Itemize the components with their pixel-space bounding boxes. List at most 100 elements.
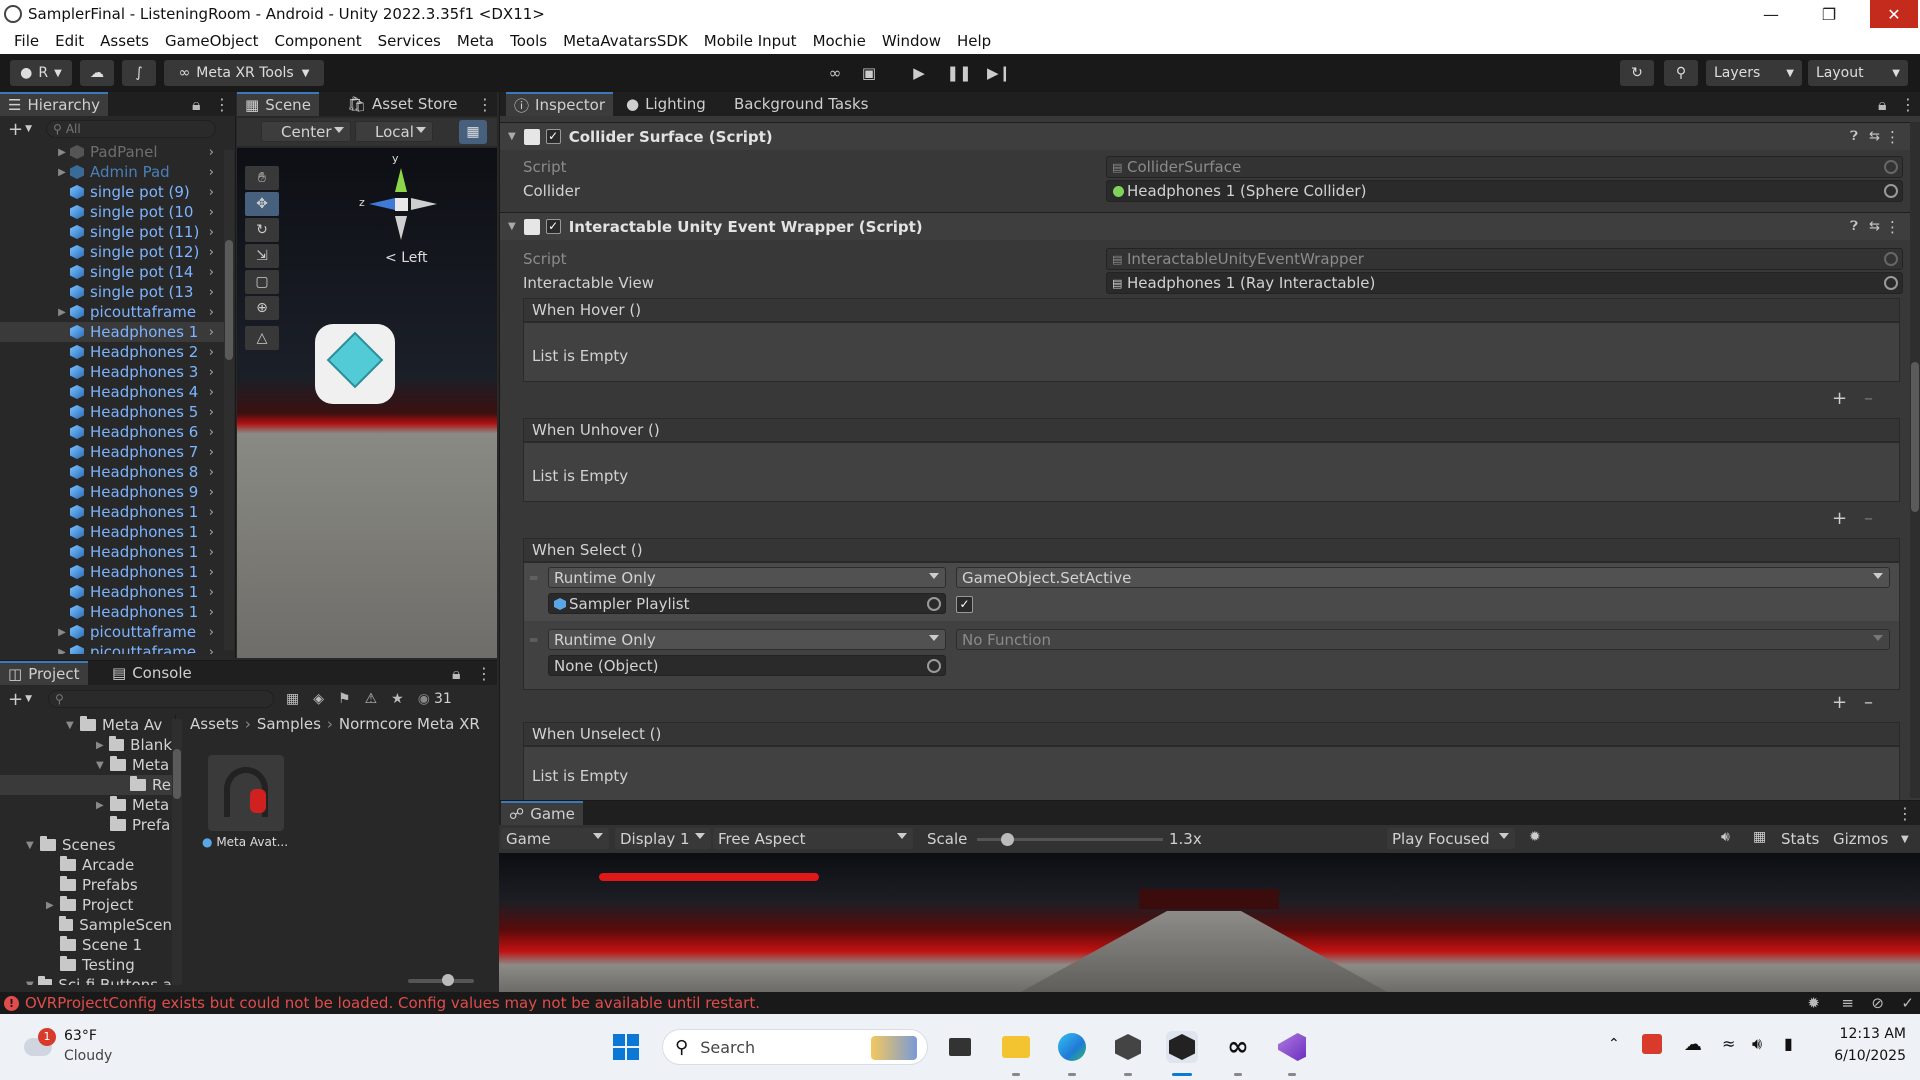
hierarchy-item[interactable]: single pot (13 › [0, 282, 224, 302]
expand-arrow-icon[interactable]: ▶ [96, 740, 109, 751]
expand-arrow-icon[interactable]: ▼ [26, 980, 38, 986]
y-neg-handle[interactable] [395, 216, 407, 240]
chevron-right-icon[interactable]: › [209, 205, 214, 220]
stats-button[interactable]: Stats [1781, 830, 1819, 848]
hierarchy-item[interactable]: Headphones 1 › [0, 542, 224, 562]
camera-gizmo-icon[interactable] [315, 324, 395, 404]
asset-thumbnail[interactable] [208, 755, 284, 831]
drag-handle-icon[interactable]: ═ [530, 571, 537, 585]
menu-edit[interactable]: Edit [47, 28, 92, 54]
rect-tool[interactable]: ▢ [245, 270, 279, 294]
chevron-right-icon[interactable]: › [209, 625, 214, 640]
target-object-field[interactable]: Sampler Playlist [548, 593, 946, 614]
chevron-right-icon[interactable]: › [209, 545, 214, 560]
z-axis-handle[interactable] [369, 198, 395, 210]
folder-tree-item[interactable]: Testing [0, 955, 172, 975]
hierarchy-item[interactable]: Headphones 1 › [0, 522, 224, 542]
chevron-right-icon[interactable]: › [209, 245, 214, 260]
folder-tree-item[interactable]: ▶ Blank [0, 735, 172, 755]
slider-handle[interactable] [442, 974, 454, 986]
menu-metaavatarssdk[interactable]: MetaAvatarsSDK [555, 28, 696, 54]
game-mode-dropdown[interactable]: Game [501, 828, 609, 849]
breadcrumb-samples[interactable]: Samples [257, 715, 321, 733]
tab-background-tasks[interactable]: Background Tasks [726, 92, 876, 116]
chevron-right-icon[interactable]: › [209, 385, 214, 400]
tab-scene[interactable]: ▦ Scene [237, 92, 319, 116]
add-event-button[interactable]: + [1832, 388, 1847, 409]
menu-assets[interactable]: Assets [92, 28, 157, 54]
onedrive-cloud-icon[interactable]: ☁ [1684, 1034, 1702, 1055]
expand-arrow-icon[interactable]: ▼ [96, 760, 110, 771]
hierarchy-item[interactable]: Headphones 7 › [0, 442, 224, 462]
kebab-menu-icon[interactable]: ⋮ [1897, 804, 1913, 823]
gizmos-button[interactable]: Gizmos [1833, 830, 1888, 848]
close-button[interactable]: ✕ [1870, 0, 1918, 28]
tab-asset-store[interactable]: 🛍︎ Asset Store [339, 92, 465, 116]
collider-field[interactable]: Headphones 1 (Sphere Collider) [1106, 180, 1903, 202]
folder-tree-item[interactable]: Prefabs [0, 875, 172, 895]
tab-lighting[interactable]: ● Lighting [618, 92, 714, 116]
preset-icon[interactable]: ⇆ [1869, 219, 1880, 234]
warning-filter-icon[interactable]: ⚠ [365, 691, 378, 707]
chevron-right-icon[interactable]: › [209, 485, 214, 500]
chevron-right-icon[interactable]: › [209, 645, 214, 655]
scene-viewport[interactable]: ✋︎ ✥ ↻ ⇲ ▢ ⊕ △ y z < Left [237, 148, 497, 658]
menu-mochie[interactable]: Mochie [805, 28, 874, 54]
chevron-right-icon[interactable]: › [209, 325, 214, 340]
folder-tree-item[interactable]: ▶ Meta [0, 795, 172, 815]
unity-hub-icon[interactable] [1112, 1031, 1144, 1063]
hierarchy-scrollbar[interactable] [224, 150, 234, 650]
chevron-right-icon[interactable]: › [209, 605, 214, 620]
history-button[interactable]: ↻ [1620, 60, 1654, 86]
interactable-view-field[interactable]: ▤ Headphones 1 (Ray Interactable) [1106, 272, 1903, 294]
version-control-button[interactable]: ∫ [122, 60, 156, 86]
hierarchy-item[interactable]: Headphones 1 › [0, 322, 224, 342]
account-button[interactable]: ● R ▼ [10, 60, 72, 86]
grid-overlay-icon[interactable]: ▦ [1753, 829, 1766, 845]
folder-tree-item[interactable]: Arcade [0, 855, 172, 875]
chevron-right-icon[interactable]: › [209, 585, 214, 600]
chevron-down-icon[interactable]: ▼ [508, 131, 516, 142]
add-event-button[interactable]: + [1832, 508, 1847, 529]
component-header-collider-surface[interactable]: ▼ ✓ Collider Surface (Script) ❓︎ ⇆ ⋮ [500, 122, 1910, 150]
preset-icon[interactable]: ⇆ [1869, 129, 1880, 144]
hierarchy-item[interactable]: Headphones 6 › [0, 422, 224, 442]
hierarchy-item[interactable]: single pot (11) › [0, 222, 224, 242]
setactive-bool-checkbox[interactable]: ✓ [956, 596, 973, 613]
add-button[interactable]: + [8, 119, 23, 140]
folder-tree-item[interactable]: ▼ Sci-fi Buttons a [0, 975, 172, 985]
chevron-right-icon[interactable]: › [209, 565, 214, 580]
chevron-right-icon[interactable]: › [209, 445, 214, 460]
menu-component[interactable]: Component [267, 28, 370, 54]
chevron-down-icon[interactable]: ▼ [508, 221, 516, 232]
eye-icon[interactable]: ◉ [418, 691, 430, 707]
object-picker-icon[interactable] [1884, 276, 1898, 290]
hierarchy-item[interactable]: single pot (9) › [0, 182, 224, 202]
folder-tree-item[interactable]: SampleScen [0, 915, 172, 935]
breadcrumb-normcore[interactable]: Normcore Meta XR [339, 715, 480, 733]
tab-console[interactable]: ▤ Console [104, 661, 200, 685]
clock-time[interactable]: 12:13 AM [1826, 1026, 1906, 1042]
audio-icon[interactable]: 🔊︎ [1721, 829, 1730, 845]
tab-inspector[interactable]: ⓘ Inspector [506, 92, 613, 116]
runtime-mode-dropdown[interactable]: Runtime Only [548, 567, 946, 588]
scrollbar-thumb[interactable] [225, 240, 233, 360]
chevron-right-icon[interactable]: › [209, 465, 214, 480]
network-icon[interactable]: ⊘ [1871, 994, 1884, 1012]
tab-project[interactable]: ◫ Project [0, 661, 88, 685]
chevron-right-icon[interactable]: › [209, 365, 214, 380]
chevron-right-icon[interactable]: › [209, 505, 214, 520]
pivot-dropdown[interactable]: Center [261, 121, 351, 142]
object-picker-icon[interactable] [1884, 184, 1898, 198]
hierarchy-item[interactable]: single pot (12) › [0, 242, 224, 262]
volume-icon[interactable]: 🔊︎ [1752, 1034, 1762, 1054]
folder-tree-item[interactable]: Prefa [0, 815, 172, 835]
hierarchy-item[interactable]: Headphones 8 › [0, 462, 224, 482]
expand-arrow-icon[interactable]: ▶ [54, 647, 70, 655]
hierarchy-item[interactable]: ▶ Admin Pad › [0, 162, 224, 182]
project-tree-scrollbar[interactable] [172, 719, 182, 985]
chevron-up-icon[interactable]: ⌃ [1608, 1036, 1620, 1052]
kebab-menu-icon[interactable]: ⋮ [214, 95, 230, 114]
check-circle-icon[interactable]: ✓ [1901, 994, 1914, 1012]
aspect-dropdown[interactable]: Free Aspect [713, 828, 913, 849]
